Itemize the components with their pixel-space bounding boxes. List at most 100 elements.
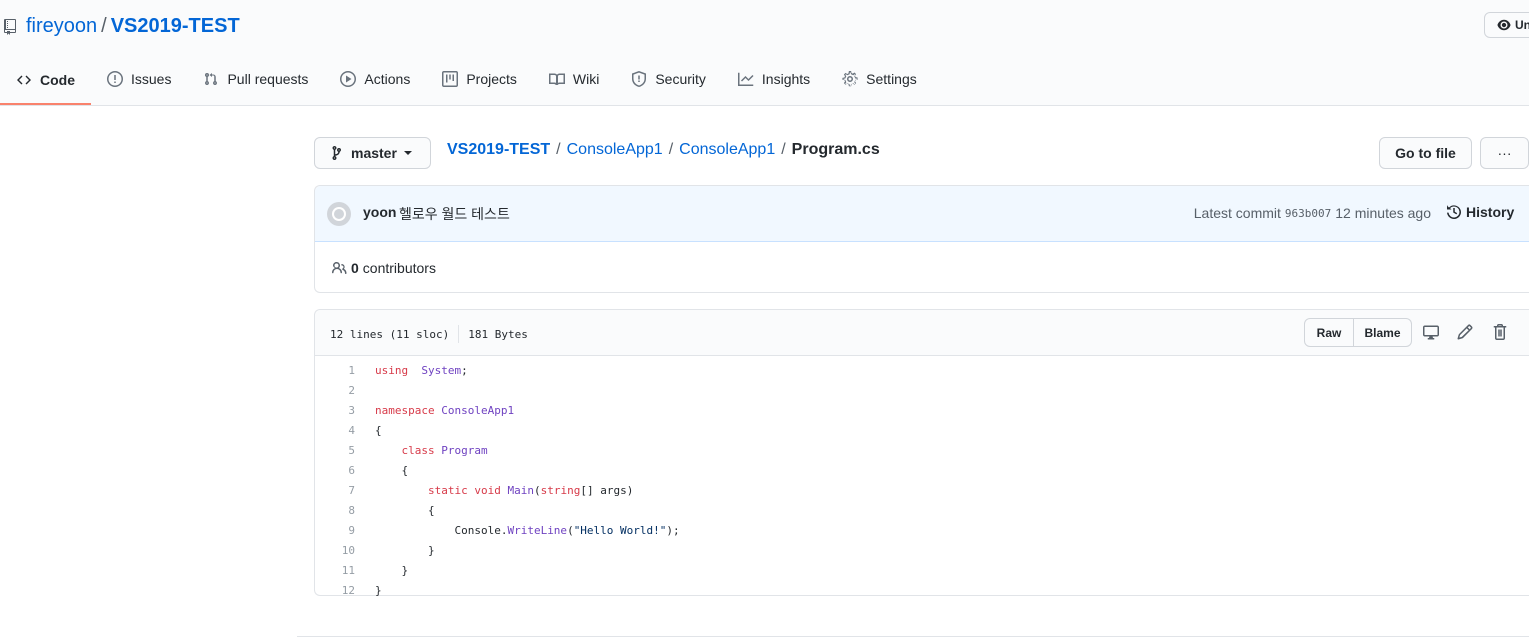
line-content: { [375,424,382,437]
line-number[interactable]: 12 [315,584,375,597]
tab-security-label: Security [655,71,706,87]
code-line: 3 namespace ConsoleApp1 [315,400,1529,420]
line-number[interactable]: 3 [315,404,375,417]
code-token: ); [666,523,680,537]
tab-projects-label: Projects [466,71,517,87]
code-line: 11 } [315,560,1529,580]
tab-issues-label: Issues [131,71,172,87]
tab-insights[interactable]: Insights [722,57,826,103]
line-number[interactable]: 5 [315,444,375,457]
line-number[interactable]: 7 [315,484,375,497]
line-content: class Program [375,444,488,457]
more-options-button[interactable]: ··· [1480,137,1529,169]
breadcrumb-separator: / [556,141,561,158]
desktop-icon[interactable] [1422,323,1440,341]
code-token: void [474,483,501,497]
tab-actions-label: Actions [364,71,411,87]
line-number[interactable]: 1 [315,364,375,377]
code-icon [17,75,31,85]
pencil-icon[interactable] [1456,323,1474,341]
code-line: 8 { [315,500,1529,520]
line-content: using System; [375,364,468,377]
graph-icon [737,72,754,86]
file-info-divider [458,325,460,343]
code-line: 5 class Program [315,440,1529,460]
code-line: 2 [315,380,1529,400]
blame-button[interactable]: Blame [1354,318,1412,347]
commit-sha-link[interactable]: 963b007 [1285,207,1331,220]
line-content: Console.WriteLine("Hello World!"); [375,523,680,537]
raw-button[interactable]: Raw [1304,318,1354,347]
go-to-file-button[interactable]: Go to file [1379,137,1472,169]
tab-pull-requests[interactable]: Pull requests [187,57,324,103]
history-link[interactable]: History [1446,204,1514,220]
tab-security[interactable]: Security [615,57,722,103]
branch-selector-button[interactable]: master [314,137,431,169]
tab-wiki[interactable]: Wiki [533,57,615,103]
latest-commit-box: yoon 헬로우 월드 테스트 Latest commit 963b007 12… [314,185,1529,293]
line-number[interactable]: 11 [315,564,375,577]
line-number[interactable]: 6 [315,464,375,477]
repo-header: fireyoon / VS2019-TEST Un Code Issues Pu… [0,0,1529,106]
code-token: string [540,483,581,497]
trash-icon[interactable] [1491,323,1509,341]
tab-issues[interactable]: Issues [91,57,187,103]
code-token: WriteLine [507,523,568,537]
tab-projects[interactable]: Projects [426,57,533,103]
breadcrumb-dir-link[interactable]: ConsoleApp1 [567,141,663,159]
line-number[interactable]: 2 [315,384,375,397]
code-token: Console. [375,523,508,537]
tab-settings[interactable]: Settings [826,57,933,103]
avatar-placeholder-icon [332,207,346,221]
line-number[interactable]: 10 [315,544,375,557]
latest-commit-label: Latest commit [1193,205,1281,221]
line-number[interactable]: 4 [315,424,375,437]
commit-message-link[interactable]: 헬로우 월드 테스트 [399,204,510,224]
watch-label: Un [1515,18,1529,32]
repo-icon [4,18,20,35]
code-token: using [375,363,409,377]
code-line: 1 using System; [315,360,1529,380]
breadcrumb-repo-link[interactable]: VS2019-TEST [447,141,550,159]
file-view-buttons: Raw Blame [1304,318,1412,347]
file-viewer: 12 lines (11 sloc) 181 Bytes Raw Blame 1… [314,309,1529,597]
people-icon [332,262,347,274]
avatar[interactable] [327,202,351,226]
repo-tabs: Code Issues Pull requests Actions Projec… [0,57,933,105]
repo-name-link[interactable]: VS2019-TEST [111,15,240,38]
repo-owner-link[interactable]: fireyoon [26,15,97,38]
contributors-row[interactable]: 0 contributors [331,260,436,276]
book-icon [548,73,565,85]
watch-button[interactable]: Un [1484,12,1529,38]
line-number[interactable]: 9 [315,524,375,537]
code-line: 4{ [315,420,1529,440]
code-line: 10 } [315,540,1529,560]
caret-down-icon [403,151,412,155]
tab-code-label: Code [40,72,75,88]
code-token: } [375,563,409,577]
project-icon [442,71,459,87]
code-line: 9 Console.WriteLine("Hello World!"); [315,520,1529,540]
tab-actions[interactable]: Actions [324,57,426,103]
tab-wiki-label: Wiki [572,71,600,87]
line-content: } [375,584,382,597]
code-line: 12} [315,580,1529,600]
code-token: } [375,583,382,597]
play-icon [340,71,357,87]
code-token: [] args) [580,483,634,497]
branch-icon [332,146,342,160]
line-content: { [375,504,435,517]
code-token: Main [507,483,534,497]
code-line: 6 { [315,460,1529,480]
line-number[interactable]: 8 [315,504,375,517]
commit-author-link[interactable]: yoon [363,204,396,220]
file-size: 181 Bytes [468,327,528,341]
branch-label: master [351,145,397,161]
tab-code[interactable]: Code [0,57,91,105]
tab-pull-requests-label: Pull requests [227,71,309,87]
code-token: "Hello World!" [573,523,667,537]
breadcrumb-dir-link[interactable]: ConsoleApp1 [679,141,775,159]
